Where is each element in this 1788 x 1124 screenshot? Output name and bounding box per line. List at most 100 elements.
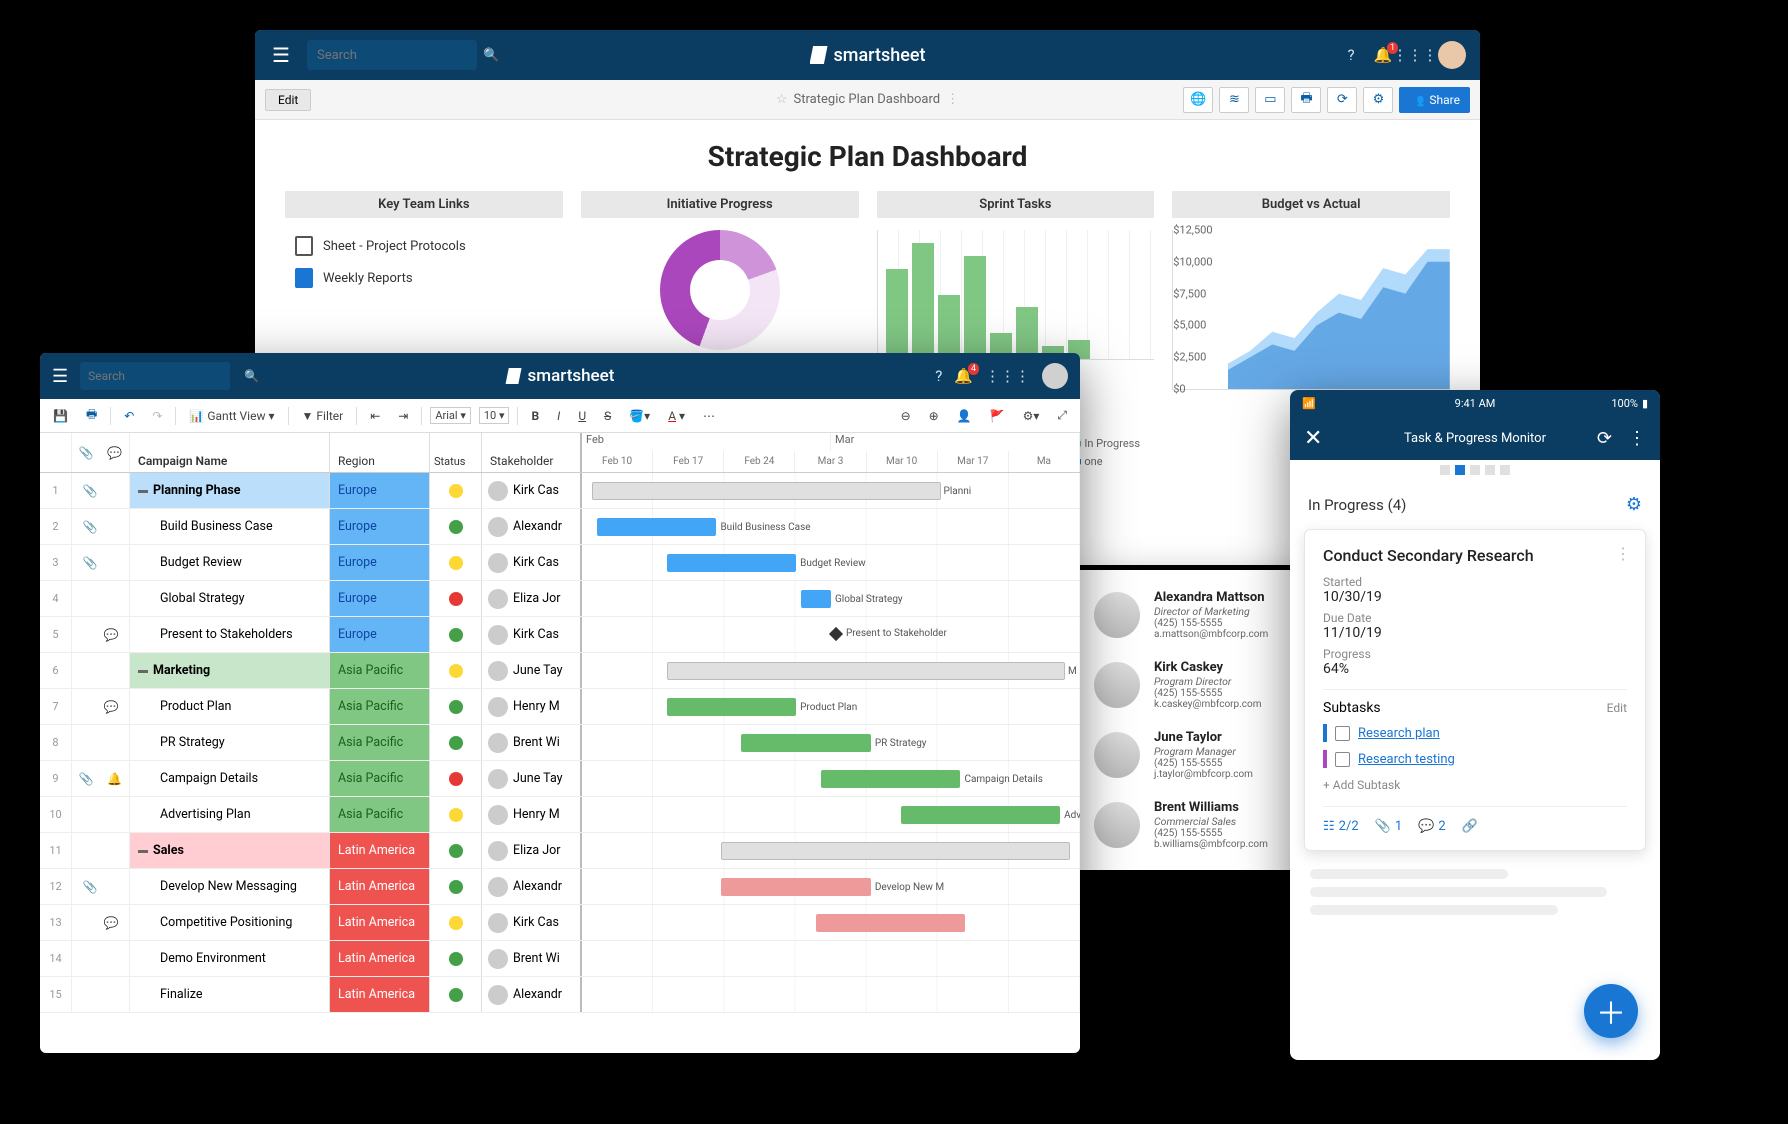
edit-button[interactable]: Edit	[265, 89, 311, 111]
people-icon[interactable]: 👤	[952, 407, 977, 425]
attachment-icon[interactable]: 📎	[79, 772, 94, 786]
strike-icon[interactable]: S	[599, 407, 616, 425]
gantt-row[interactable]: 3 📎 Budget Review Europe Kirk Cas Budget…	[40, 545, 1080, 581]
status-dot	[449, 628, 463, 642]
search-box[interactable]: 🔍	[80, 362, 230, 390]
gantt-row[interactable]: 10 Advertising Plan Asia Pacific Henry M…	[40, 797, 1080, 833]
user-avatar[interactable]	[1042, 363, 1068, 389]
refresh-icon[interactable]: ⟳	[1597, 428, 1612, 449]
print-icon[interactable]: 🖶	[81, 403, 102, 428]
globe-button[interactable]: 🌐	[1183, 87, 1213, 113]
col-stakeholder[interactable]: Stakeholder	[482, 433, 582, 472]
link-icon[interactable]: 🔗	[1462, 819, 1478, 834]
checkbox[interactable]	[1335, 726, 1350, 741]
gantt-row[interactable]: 14 Demo Environment Latin America Brent …	[40, 941, 1080, 977]
gantt-row[interactable]: 2 📎 Build Business Case Europe Alexandr …	[40, 509, 1080, 545]
share-button[interactable]: 👥Share	[1399, 87, 1470, 113]
comment-icon[interactable]: 💬	[104, 700, 119, 714]
fab-add-button[interactable]: ＋	[1584, 984, 1638, 1038]
flag-icon[interactable]: 🚩	[985, 407, 1010, 425]
search-input[interactable]	[88, 369, 244, 383]
search-box[interactable]: 🔍	[307, 40, 477, 70]
collapse-icon[interactable]: ▬	[138, 845, 148, 856]
close-icon[interactable]: ✕	[1304, 426, 1322, 451]
task-card[interactable]: ⋮ Conduct Secondary Research Started 10/…	[1304, 529, 1646, 851]
zoom-out-icon[interactable]: ⊖	[896, 407, 916, 425]
checkbox[interactable]	[1335, 752, 1350, 767]
notifications-icon[interactable]: 🔔1	[1374, 46, 1392, 64]
col-campaign-name[interactable]: Campaign Name	[130, 433, 330, 472]
gantt-row[interactable]: 8 PR Strategy Asia Pacific Brent Wi PR S…	[40, 725, 1080, 761]
more-icon[interactable]: ⋯	[698, 407, 720, 425]
fill-color-icon[interactable]: 🪣▾	[624, 407, 655, 425]
gantt-row[interactable]: 11 ▬Sales Latin America Eliza Jor	[40, 833, 1080, 869]
gantt-row[interactable]: 7 💬 Product Plan Asia Pacific Henry M Pr…	[40, 689, 1080, 725]
filter-button[interactable]: ▼ Filter	[297, 407, 349, 425]
font-selector[interactable]: Arial ▾	[430, 407, 471, 424]
col-status[interactable]: Status	[430, 433, 482, 472]
gantt-row[interactable]: 1 📎 ▬Planning Phase Europe Kirk Cas Plan…	[40, 473, 1080, 509]
link-item[interactable]: Sheet - Project Protocols	[285, 230, 563, 262]
subtask-item[interactable]: Research plan	[1323, 724, 1627, 742]
text-color-icon[interactable]: A▾	[663, 407, 690, 425]
outdent-icon[interactable]: ⇤	[365, 407, 385, 425]
attachment-icon[interactable]: 📎	[83, 484, 98, 498]
view-selector[interactable]: 📊 Gantt View ▾	[184, 407, 279, 425]
activity-button[interactable]: ≋	[1219, 87, 1249, 113]
attachment-count[interactable]: 📎1	[1375, 819, 1403, 834]
settings-button[interactable]: ⚙	[1363, 87, 1393, 113]
present-button[interactable]: ▭	[1255, 87, 1285, 113]
help-icon[interactable]: ?	[1342, 46, 1360, 64]
menu-icon[interactable]: ☰	[52, 366, 68, 387]
help-icon[interactable]: ?	[935, 367, 942, 385]
zoom-in-icon[interactable]: ⊕	[924, 407, 944, 425]
gear-icon[interactable]: ⚙	[1626, 494, 1642, 515]
bold-icon[interactable]: B	[526, 407, 544, 425]
search-input[interactable]	[317, 48, 483, 63]
attachment-icon[interactable]: 📎	[83, 520, 98, 534]
notifications-icon[interactable]: 🔔4	[954, 367, 973, 385]
collapse-icon[interactable]: ▬	[138, 485, 148, 496]
redo-icon[interactable]: ↷	[147, 407, 167, 425]
expand-icon[interactable]: ⤢	[1052, 406, 1072, 425]
page-menu-icon[interactable]: ⋮	[946, 92, 959, 107]
edit-subtasks-button[interactable]: Edit	[1607, 701, 1627, 715]
save-icon[interactable]: 💾	[48, 407, 73, 425]
user-avatar[interactable]	[1438, 41, 1466, 69]
print-button[interactable]: 🖶	[1291, 87, 1321, 113]
subtask-item[interactable]: Research testing	[1323, 750, 1627, 768]
comment-count[interactable]: 💬2	[1418, 819, 1446, 834]
apps-icon[interactable]: ⋮⋮⋮	[985, 367, 1030, 385]
gantt-row[interactable]: 4 Global Strategy Europe Eliza Jor Globa…	[40, 581, 1080, 617]
attachment-icon[interactable]: 📎	[83, 556, 98, 570]
apps-icon[interactable]: ⋮⋮⋮	[1406, 46, 1424, 64]
underline-icon[interactable]: U	[573, 407, 591, 425]
bell-icon[interactable]: 🔔	[107, 772, 122, 786]
gantt-row[interactable]: 5 💬 Present to Stakeholders Europe Kirk …	[40, 617, 1080, 653]
size-selector[interactable]: 10 ▾	[479, 407, 510, 424]
menu-icon[interactable]: ☰	[269, 43, 293, 67]
italic-icon[interactable]: I	[552, 407, 565, 425]
gear-icon[interactable]: ⚙▾	[1018, 407, 1045, 425]
started-value: 10/30/19	[1323, 589, 1627, 605]
gantt-row[interactable]: 12 📎 Develop New Messaging Latin America…	[40, 869, 1080, 905]
card-menu-icon[interactable]: ⋮	[1615, 544, 1633, 563]
attachment-icon[interactable]: 📎	[83, 880, 98, 894]
gantt-row[interactable]: 6 ▬Marketing Asia Pacific June Tay M	[40, 653, 1080, 689]
undo-icon[interactable]: ↶	[119, 407, 139, 425]
refresh-button[interactable]: ⟳	[1327, 87, 1357, 113]
add-subtask-button[interactable]: + Add Subtask	[1323, 778, 1627, 792]
indent-icon[interactable]: ⇥	[393, 407, 413, 425]
gantt-row[interactable]: 13 💬 Competitive Positioning Latin Ameri…	[40, 905, 1080, 941]
subtask-count[interactable]: ☷2/2	[1323, 819, 1359, 834]
comment-icon[interactable]: 💬	[104, 628, 119, 642]
comment-icon[interactable]: 💬	[104, 916, 119, 930]
collapse-icon[interactable]: ▬	[138, 665, 148, 676]
col-region[interactable]: Region	[330, 433, 430, 472]
avatar-icon	[488, 589, 508, 609]
gantt-row[interactable]: 9 📎🔔 Campaign Details Asia Pacific June …	[40, 761, 1080, 797]
kebab-icon[interactable]: ⋮	[1628, 428, 1646, 449]
star-icon[interactable]: ☆	[776, 92, 788, 107]
link-item[interactable]: Weekly Reports	[285, 262, 563, 294]
gantt-row[interactable]: 15 Finalize Latin America Alexandr	[40, 977, 1080, 1013]
